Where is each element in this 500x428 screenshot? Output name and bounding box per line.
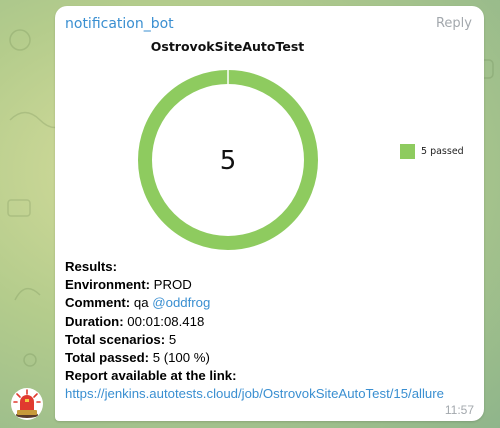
donut-center-label: 5 <box>220 146 237 176</box>
duration-value: 00:01:08.418 <box>127 313 205 329</box>
sender-name[interactable]: notification_bot <box>65 16 174 32</box>
alarm-siren-icon <box>13 389 41 418</box>
legend-label: 5 passed <box>421 146 464 157</box>
report-link[interactable]: https://jenkins.autotests.cloud/job/Ostr… <box>65 386 444 401</box>
total-scenarios-value: 5 <box>168 331 177 347</box>
mention-link[interactable]: @oddfrog <box>152 295 210 310</box>
total-passed-line: Total passed: 5 (100 %) <box>65 350 210 366</box>
donut-chart: 5 <box>138 70 318 250</box>
total-passed-value: 5 (100 %) <box>152 350 210 366</box>
report-text: Results: Environment: PROD Comment: qa @… <box>65 258 475 404</box>
message-bubble: notification_bot Reply OstrovokSiteAutoT… <box>55 6 484 421</box>
chart-legend: 5 passed <box>400 144 464 159</box>
total-scenarios-line: Total scenarios: 5 <box>65 331 177 347</box>
comment-line: Comment: qa @oddfrog <box>65 295 211 311</box>
environment-line: Environment: PROD <box>65 277 192 293</box>
duration-line: Duration: 00:01:08.418 <box>65 313 205 329</box>
report-link-heading: Report available at the link: <box>65 368 237 384</box>
message-time: 11:57 <box>444 403 474 417</box>
environment-value: PROD <box>153 277 192 293</box>
bot-avatar[interactable] <box>11 388 43 420</box>
comment-text: qa <box>133 295 149 311</box>
chart-image[interactable]: OstrovokSiteAutoTest 5 5 passed <box>55 34 484 256</box>
results-heading: Results: <box>65 259 118 274</box>
reply-button[interactable]: Reply <box>436 16 472 31</box>
legend-swatch <box>400 144 415 159</box>
